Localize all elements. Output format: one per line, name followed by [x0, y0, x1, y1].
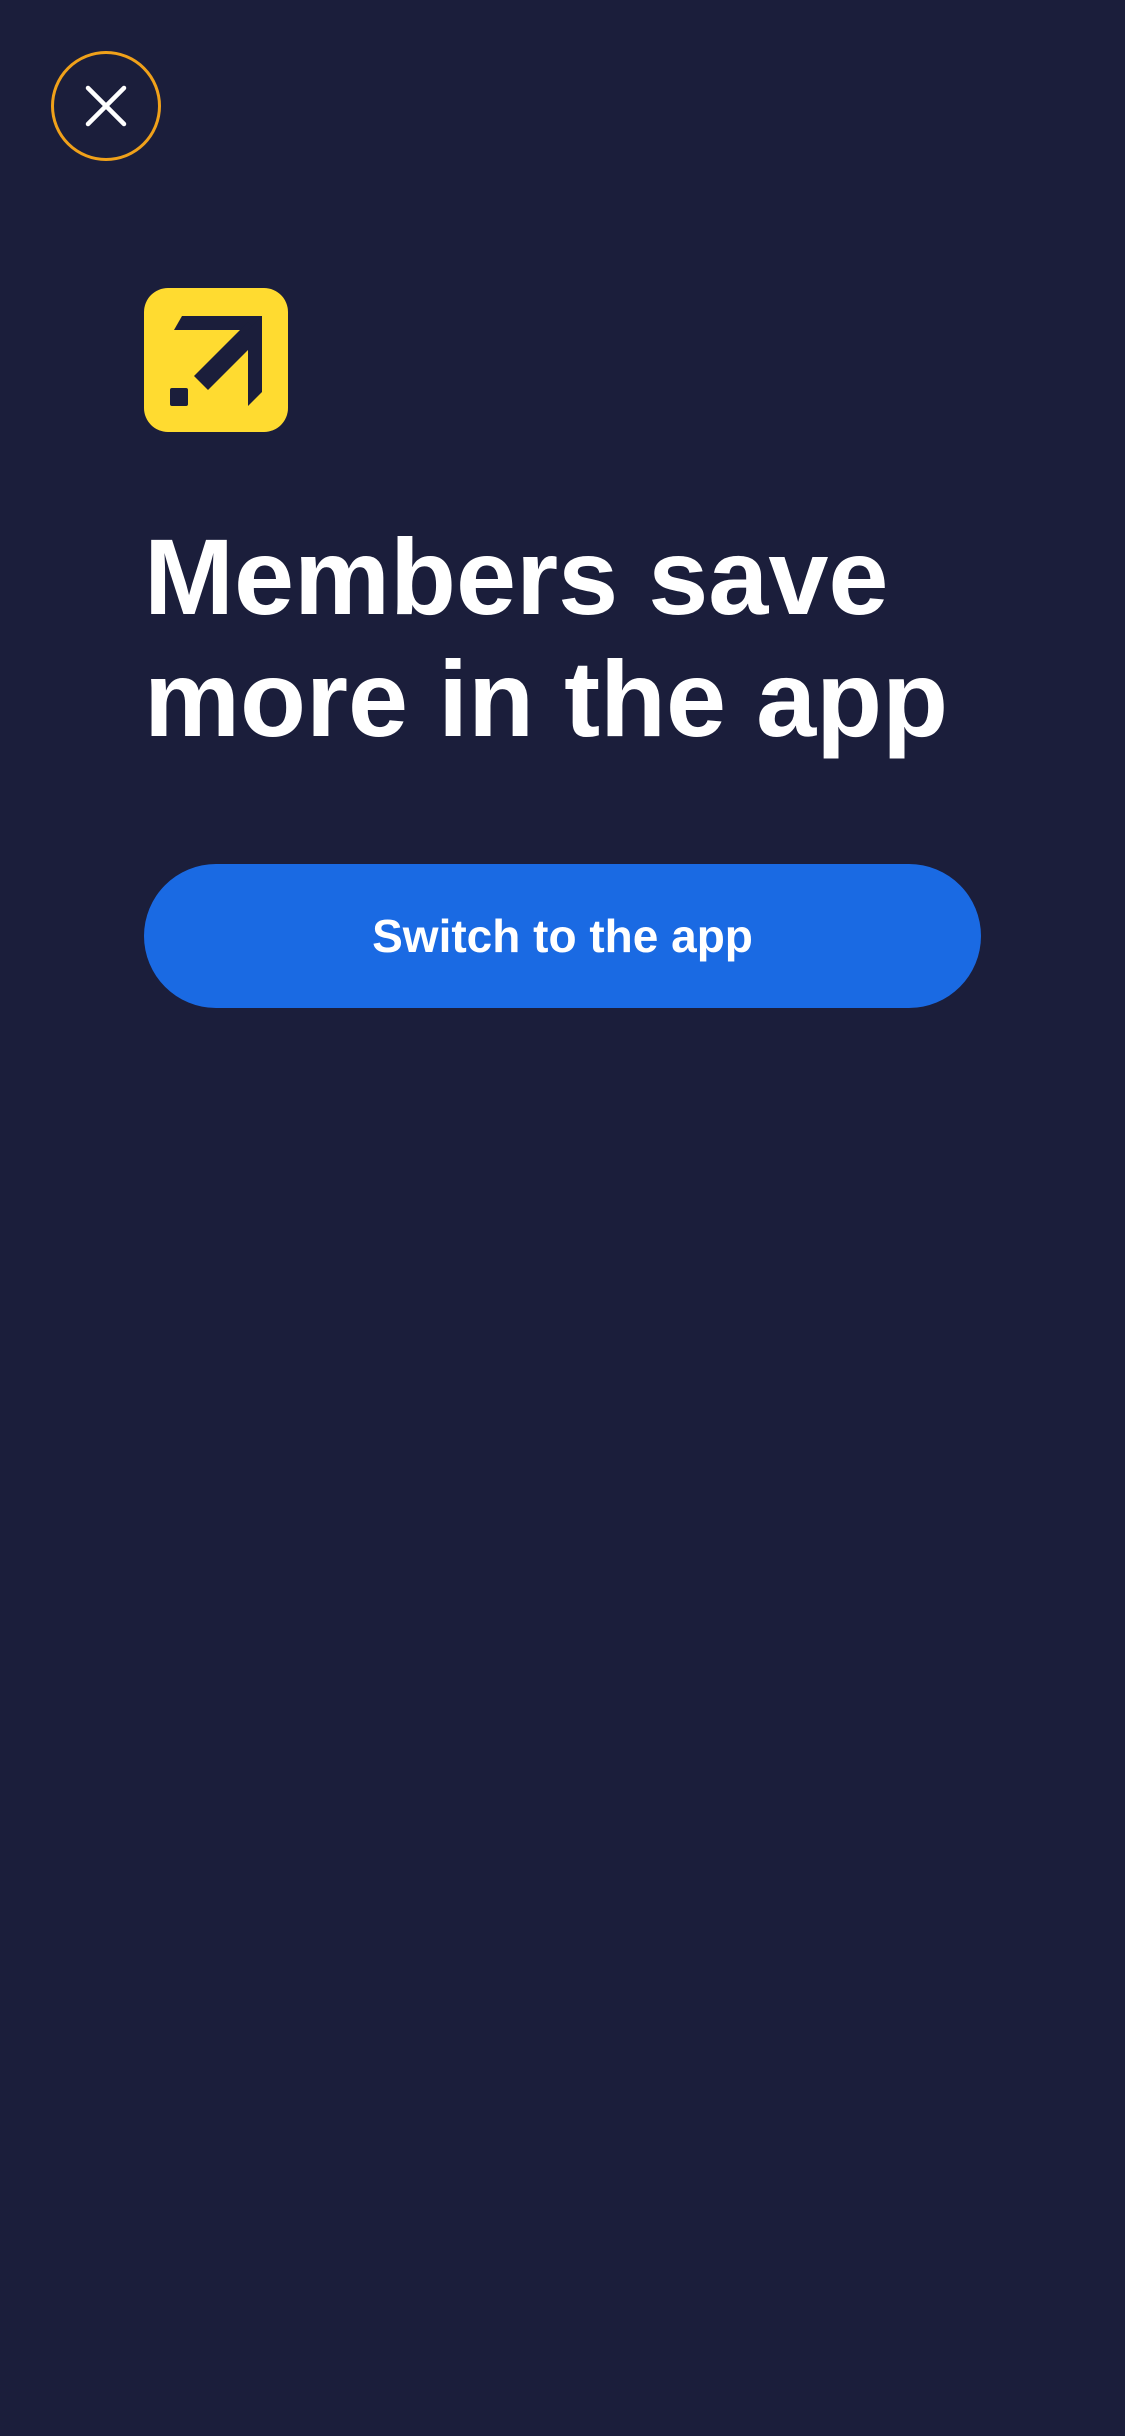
switch-to-app-button[interactable]: Switch to the app [144, 864, 981, 1008]
page-title: Members save more in the app [144, 516, 1044, 760]
close-button[interactable] [51, 51, 161, 161]
headline-line-2: more in the app [144, 638, 949, 759]
headline-line-1: Members save [144, 516, 889, 637]
app-logo [144, 288, 288, 432]
close-icon [85, 85, 127, 127]
switch-to-app-label: Switch to the app [372, 910, 753, 962]
expedia-arrow-logo-icon [170, 316, 262, 406]
